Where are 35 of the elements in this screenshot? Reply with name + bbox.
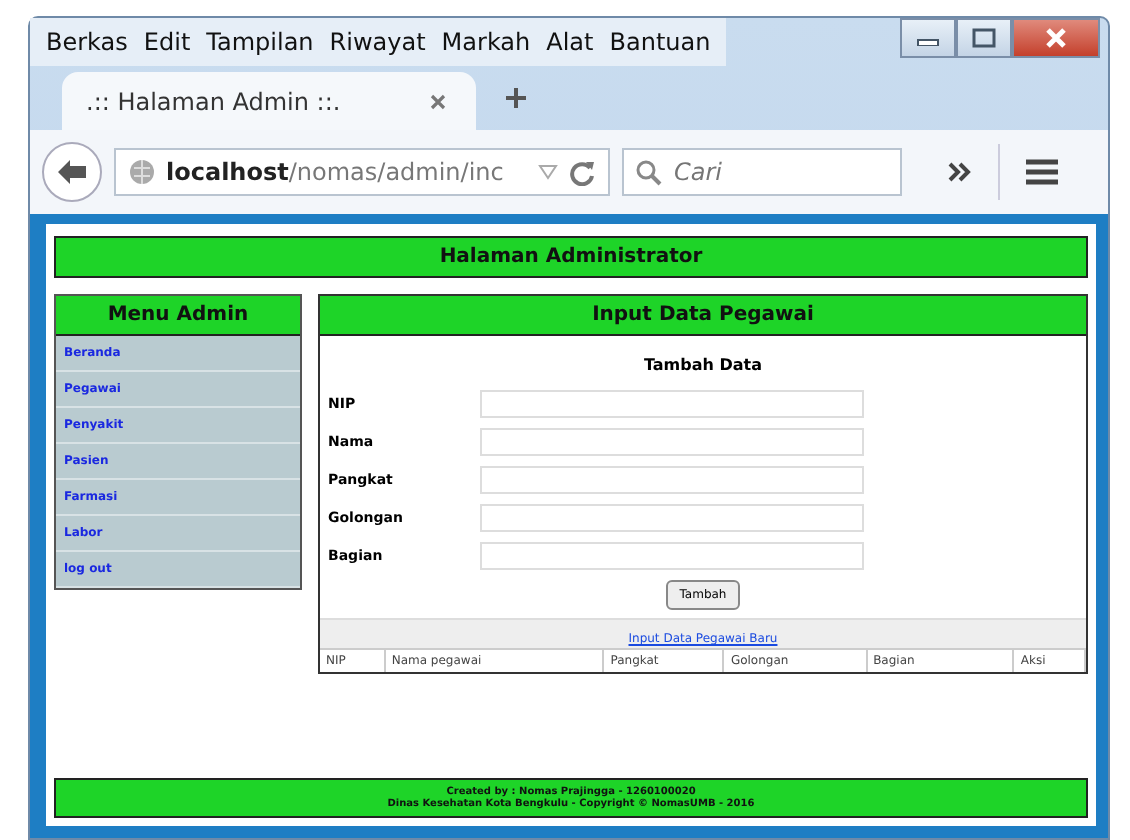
back-button[interactable] — [42, 142, 102, 202]
close-button[interactable] — [1012, 18, 1100, 58]
input-field[interactable] — [480, 390, 864, 418]
minimize-button[interactable] — [900, 18, 956, 58]
maximize-icon — [972, 28, 996, 48]
input-field[interactable] — [480, 428, 864, 456]
globe-icon — [128, 158, 156, 186]
close-tab-icon[interactable] — [428, 92, 449, 112]
menu-item[interactable]: Alat — [546, 28, 594, 56]
menu-item[interactable]: Tampilan — [206, 28, 314, 56]
menu-item[interactable]: Bantuan — [609, 28, 711, 56]
browser-tab[interactable]: .:: Halaman Admin ::. — [62, 72, 477, 132]
menu-item[interactable]: Berkas — [46, 28, 128, 56]
menu-item[interactable]: Riwayat — [329, 28, 426, 56]
back-arrow-icon — [56, 158, 88, 186]
search-field[interactable]: Cari — [622, 148, 902, 196]
menu-item[interactable]: Markah — [441, 28, 531, 56]
search-icon — [636, 160, 662, 186]
maximize-button[interactable] — [956, 18, 1012, 58]
url-text: localhost/nomas/admin/inc — [166, 158, 506, 186]
new-tab-icon[interactable] — [504, 86, 529, 110]
form-title: Tambah Data — [641, 356, 765, 374]
menu-item[interactable]: Edit — [143, 28, 191, 56]
sidebar-title: Menu Admin — [56, 296, 300, 336]
input-field[interactable] — [480, 504, 864, 532]
reload-icon[interactable] — [568, 158, 596, 186]
dropdown-icon[interactable] — [538, 164, 558, 180]
close-icon — [1044, 28, 1068, 48]
input-field[interactable] — [480, 466, 864, 494]
menu-icon[interactable] — [1024, 158, 1060, 186]
input-field[interactable] — [480, 542, 864, 570]
page-header: Halaman Administrator — [54, 236, 1088, 278]
panel-title: Input Data Pegawai — [320, 296, 1086, 336]
address-bar[interactable]: localhost/nomas/admin/inc — [114, 148, 610, 196]
overflow-chevron-icon[interactable] — [946, 160, 974, 184]
